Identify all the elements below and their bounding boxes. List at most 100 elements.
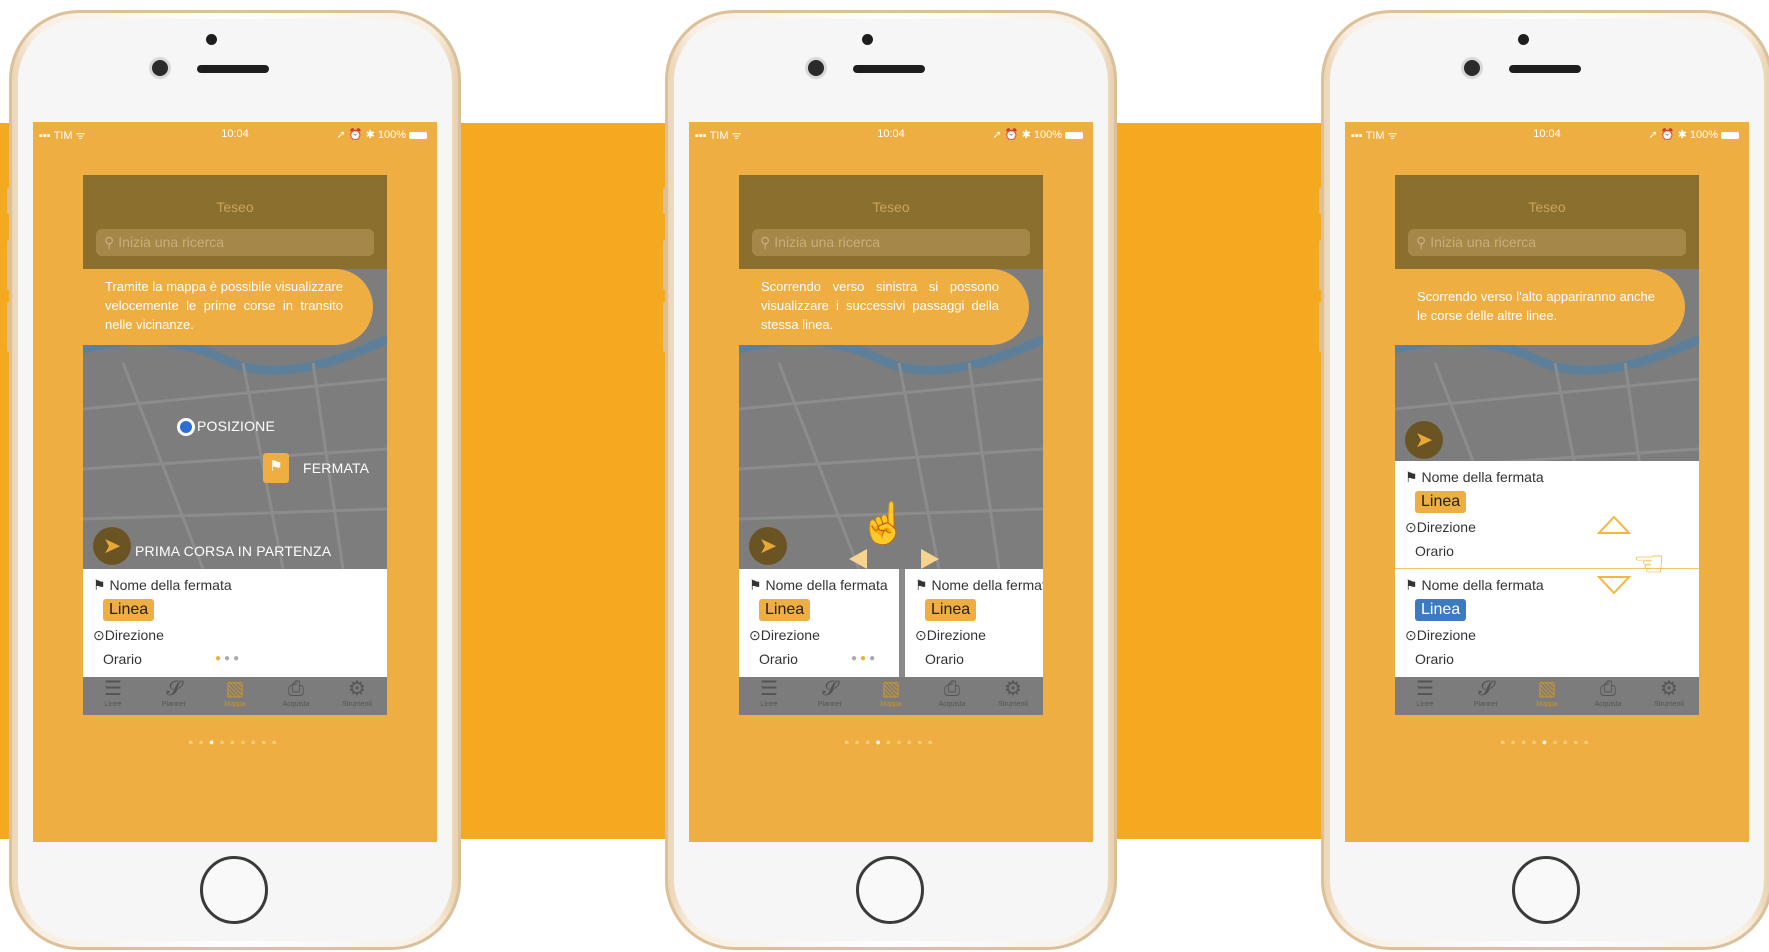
volume-up-button	[1319, 240, 1323, 290]
stop-card-other-line[interactable]: ⚑ Nome della fermata Linea ⊙Direzione Or…	[1395, 569, 1699, 677]
navigation-arrow-icon[interactable]: ➤	[749, 527, 787, 565]
home-button[interactable]	[1512, 856, 1580, 924]
navigation-arrow-icon[interactable]: ➤	[1405, 421, 1443, 459]
planner-icon: 𝓢	[166, 678, 182, 700]
direction-label: Direzione	[104, 627, 164, 643]
stop-marker[interactable]: ⚑	[263, 453, 289, 483]
planner-icon: 𝓢	[822, 678, 838, 700]
app-preview: Teseo ⚲ Inizia una ricerca Tramite la map…	[83, 175, 387, 715]
tab-strumenti[interactable]: ⚙ Strumenti	[983, 677, 1043, 715]
search-input[interactable]: ⚲ Inizia una ricerca	[96, 229, 374, 256]
stop-name: Nome della fermata	[1421, 577, 1544, 593]
compass-icon: ⊙	[915, 627, 927, 643]
tab-acquista[interactable]: ⎙ Acquista	[1578, 677, 1638, 715]
stop-card-next[interactable]: ⚑ Nome della fermata Linea ⊙Direzione Or…	[905, 569, 1043, 677]
time-label: Orario	[1415, 651, 1454, 667]
direction-label: Direzione	[760, 627, 820, 643]
app-title: Teseo	[216, 199, 254, 215]
swipe-arrows	[849, 549, 939, 569]
volume-up-button	[7, 240, 11, 290]
card-page-dots: ●●●	[851, 653, 879, 664]
time-label: Orario	[759, 651, 798, 667]
tab-planner[interactable]: 𝓢 Planner	[1456, 677, 1516, 715]
line-badge: Linea	[759, 599, 811, 621]
planner-icon: 𝓢	[1478, 678, 1494, 700]
onboarding-page-dots: ●●●●●●●●●	[1500, 737, 1594, 747]
hint-bubble: Scorrendo verso sinistra si possono visu…	[739, 269, 1029, 345]
app-header: Teseo ⚲ Inizia una ricerca	[739, 175, 1043, 269]
tab-mappa[interactable]: ▧ Mappa	[861, 677, 921, 715]
status-bar: ▪▪▪ TIM ᯤ 10:04 ➚ ⏰ ✱ 100%	[1345, 122, 1749, 146]
tab-acquista[interactable]: ⎙ Acquista	[922, 677, 982, 715]
map-icon: ▧	[1537, 678, 1557, 700]
search-input[interactable]: ⚲ Inizia una ricerca	[1408, 229, 1686, 256]
tab-planner[interactable]: 𝓢 Planner	[144, 677, 204, 715]
flag-icon: ⚑	[269, 458, 283, 475]
stop-label: FERMATA	[303, 460, 370, 476]
earpiece	[197, 65, 269, 73]
list-icon: ☰	[1416, 678, 1434, 700]
app-preview: Teseo ⚲ Inizia una ricerca Scorrendo vers…	[739, 175, 1043, 715]
tab-linee[interactable]: ☰ Linee	[739, 677, 799, 715]
stop-card[interactable]: ⚑ Nome della fermata Linea ⊙Direzione Or…	[739, 569, 899, 677]
flag-icon: ⚑	[1405, 469, 1418, 485]
phone-1: ▪▪▪ TIM ᯤ 10:04 ➚ ⏰ ✱ 100% Teseo ⚲ Inizia…	[7, 10, 461, 950]
line-badge: Linea	[103, 599, 155, 621]
line-badge: Linea	[1415, 599, 1467, 621]
line-badge: Linea	[1415, 491, 1467, 513]
tab-strumenti[interactable]: ⚙ Strumenti	[327, 677, 387, 715]
mute-switch	[1319, 188, 1323, 214]
navigation-arrow-icon[interactable]: ➤	[93, 527, 131, 565]
compass-icon: ⊙	[749, 627, 761, 643]
compass-icon: ⊙	[1405, 627, 1417, 643]
front-camera	[1464, 60, 1480, 76]
time-label: Orario	[925, 651, 964, 667]
proximity-sensor	[1518, 34, 1529, 45]
search-input[interactable]: ⚲ Inizia una ricerca	[752, 229, 1030, 256]
tab-bar: ☰ Linee 𝓢 Planner ▧ Mappa ⎙ Acquista ⚙ Strume…	[1395, 677, 1699, 715]
tab-bar: ☰ Linee 𝓢 Planner ▧ Mappa ⎙ Acquista ⚙ Strume…	[83, 677, 387, 715]
screen: ▪▪▪ TIM ᯤ 10:04 ➚ ⏰ ✱ 100% Teseo ⚲ Inizia…	[689, 122, 1093, 842]
tab-planner[interactable]: 𝓢 Planner	[800, 677, 860, 715]
tab-linee[interactable]: ☰ Linee	[1395, 677, 1455, 715]
tab-strumenti[interactable]: ⚙ Strumenti	[1639, 677, 1699, 715]
flag-icon: ⚑	[749, 577, 762, 593]
volume-down-button	[663, 302, 667, 352]
list-icon: ☰	[104, 678, 122, 700]
app-header: Teseo ⚲ Inizia una ricerca	[83, 175, 387, 269]
flag-icon: ⚑	[915, 577, 928, 593]
direction-label: Direzione	[1416, 627, 1476, 643]
app-preview: Teseo ⚲ Inizia una ricerca Scorrendo vers…	[1395, 175, 1699, 715]
stop-card[interactable]: ⚑ Nome della fermata Linea ⊙Direzione Or…	[83, 569, 387, 677]
tab-mappa[interactable]: ▧ Mappa	[1517, 677, 1577, 715]
tab-linee[interactable]: ☰ Linee	[83, 677, 143, 715]
volume-down-button	[7, 302, 11, 352]
stop-name: Nome della fermata	[109, 577, 232, 593]
home-button[interactable]	[856, 856, 924, 924]
app-header: Teseo ⚲ Inizia una ricerca	[1395, 175, 1699, 269]
flag-icon: ⚑	[1405, 577, 1418, 593]
first-ride-label: PRIMA CORSA IN PARTENZA	[135, 543, 332, 559]
ticket-icon: ⎙	[288, 678, 304, 700]
front-camera	[152, 60, 168, 76]
ticket-icon: ⎙	[1600, 678, 1616, 700]
home-button[interactable]	[200, 856, 268, 924]
tab-acquista[interactable]: ⎙ Acquista	[266, 677, 326, 715]
proximity-sensor	[206, 34, 217, 45]
onboarding-page-dots: ●●●●●●●●●	[844, 737, 938, 747]
compass-icon: ⊙	[93, 627, 105, 643]
line-badge: Linea	[925, 599, 977, 621]
ticket-icon: ⎙	[944, 678, 960, 700]
card-page-dots: ●●●	[215, 653, 243, 664]
volume-up-button	[663, 240, 667, 290]
status-bar: ▪▪▪ TIM ᯤ 10:04 ➚ ⏰ ✱ 100%	[689, 122, 1093, 146]
list-icon: ☰	[760, 678, 778, 700]
tab-mappa[interactable]: ▧ Mappa	[205, 677, 265, 715]
stop-name: Nome della fermata	[1421, 469, 1544, 485]
earpiece	[1509, 65, 1581, 73]
onboarding-page-dots: ●●●●●●●●●	[188, 737, 282, 747]
position-label: POSIZIONE	[197, 418, 276, 434]
search-icon: ⚲	[760, 234, 771, 250]
stop-name: Nome della fermata	[765, 577, 888, 593]
scroll-arrows	[1597, 515, 1631, 595]
